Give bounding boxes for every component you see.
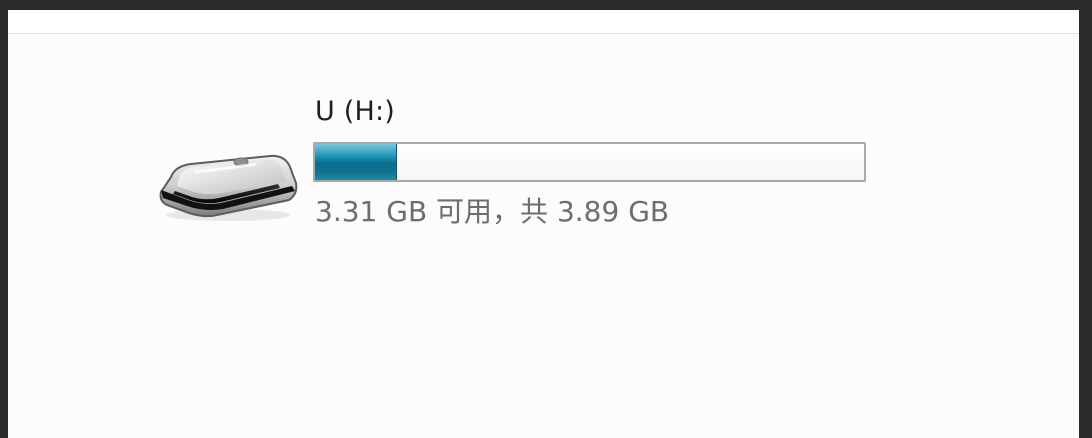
window-top-strip: [8, 10, 1079, 34]
capacity-bar: [313, 142, 866, 182]
explorer-window: U (H:) 3.31 GB 可用，共 3.89 GB: [8, 10, 1079, 438]
drive-tile[interactable]: U (H:) 3.31 GB 可用，共 3.89 GB: [153, 88, 873, 238]
usb-drive-icon: [153, 148, 298, 223]
capacity-text: 3.31 GB 可用，共 3.89 GB: [315, 195, 670, 228]
drive-name: U (H:): [315, 96, 396, 127]
capacity-used-fill: [315, 144, 398, 180]
